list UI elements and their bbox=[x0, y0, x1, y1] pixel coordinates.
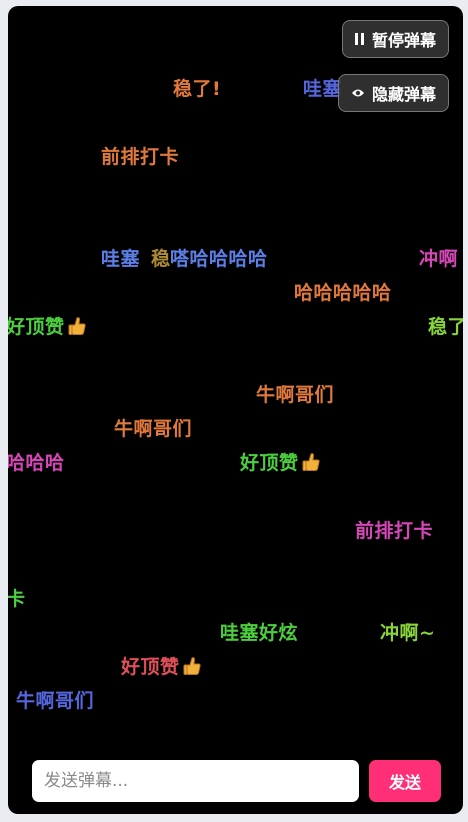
pause-danmaku-label: 暂停弹幕 bbox=[371, 31, 436, 50]
danmaku-item: 嗒哈哈哈哈 bbox=[170, 248, 268, 270]
thumbs-up-icon bbox=[68, 317, 86, 335]
hide-danmaku-label: 隐藏弹幕 bbox=[371, 85, 436, 104]
thumbs-up-icon bbox=[183, 657, 201, 675]
thumbs-up-icon bbox=[302, 453, 320, 471]
danmaku-item: 哇塞 bbox=[101, 248, 141, 270]
danmaku-item: 稳 bbox=[151, 248, 171, 270]
danmaku-item: 牛啊哥们 bbox=[114, 418, 193, 440]
danmaku-item: 好顶赞 bbox=[8, 315, 86, 339]
danmaku-layer: 稳了! 哇塞 前排打卡 哇塞 稳 嗒哈哈哈哈 冲啊 哈哈哈哈哈 好顶赞 稳了 牛… bbox=[8, 6, 463, 814]
danmaku-player: 稳了! 哇塞 前排打卡 哇塞 稳 嗒哈哈哈哈 冲啊 哈哈哈哈哈 好顶赞 稳了 牛… bbox=[8, 6, 463, 814]
danmaku-input-bar: 发送 bbox=[8, 750, 463, 814]
hide-danmaku-button[interactable]: 隐藏弹幕 bbox=[337, 74, 449, 112]
danmaku-item: 稳了 bbox=[428, 316, 463, 338]
danmaku-item: 哇塞好炫 bbox=[220, 622, 299, 644]
danmaku-item: 牛啊哥们 bbox=[16, 690, 95, 712]
danmaku-item: 冲啊 bbox=[419, 248, 459, 270]
send-button[interactable]: 发送 bbox=[369, 760, 441, 802]
danmaku-input[interactable] bbox=[32, 760, 359, 802]
danmaku-item: 好顶赞 bbox=[240, 451, 320, 475]
danmaku-item: 哈哈哈 bbox=[8, 452, 65, 474]
pause-danmaku-button[interactable]: 暂停弹幕 bbox=[341, 20, 449, 58]
danmaku-item: 哈哈哈哈哈 bbox=[294, 282, 392, 304]
danmaku-item: 冲啊~ bbox=[380, 622, 436, 644]
danmaku-item: 前排打卡 bbox=[101, 146, 180, 168]
danmaku-item: 卡 bbox=[8, 588, 26, 610]
danmaku-item: 牛啊哥们 bbox=[256, 384, 335, 406]
eye-icon bbox=[351, 88, 365, 98]
danmaku-item: 稳了! bbox=[173, 78, 222, 100]
pause-icon bbox=[354, 33, 365, 45]
danmaku-item: 哇塞 bbox=[303, 78, 343, 100]
danmaku-item: 前排打卡 bbox=[355, 520, 434, 542]
danmaku-item: 好顶赞 bbox=[121, 655, 201, 679]
